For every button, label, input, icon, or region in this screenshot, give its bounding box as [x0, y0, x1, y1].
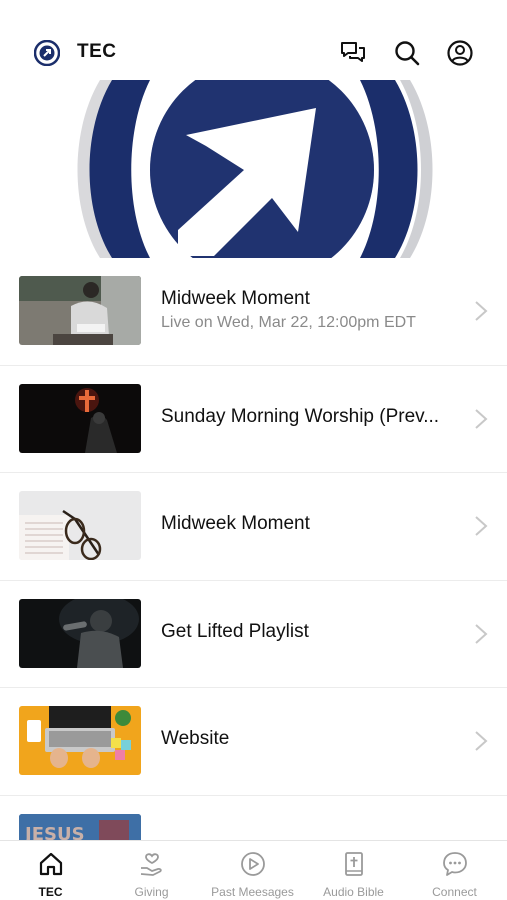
list-item[interactable]: JESUS [0, 795, 507, 841]
chevron-right-icon [475, 516, 488, 536]
list-item[interactable]: Midweek Moment Live on Wed, Mar 22, 12:0… [0, 258, 507, 366]
logo-icon[interactable] [33, 39, 61, 67]
list-item[interactable]: Sunday Morning Worship (Prev... [0, 365, 507, 473]
bottom-tab-bar: TEC Giving Past Meesages Audio Bible Con… [0, 840, 507, 900]
tab-past-messages[interactable]: Past Meesages [202, 841, 303, 900]
giving-hand-icon [140, 853, 162, 876]
search-icon[interactable] [393, 39, 421, 67]
jesus-banner-thumbnail: JESUS [19, 813, 141, 841]
item-title: Website [161, 728, 230, 749]
list-item[interactable]: Midweek Moment [0, 473, 507, 581]
tab-label: Audio Bible [323, 885, 384, 899]
chat-bubble-icon [443, 852, 467, 876]
man-writing-thumbnail [19, 276, 141, 345]
item-title: Sunday Morning Worship (Prev... [161, 405, 440, 427]
app-header: TEC [0, 0, 507, 80]
tab-connect[interactable]: Connect [404, 841, 505, 900]
tab-giving[interactable]: Giving [101, 841, 202, 900]
svg-text:JESUS: JESUS [23, 824, 85, 841]
tab-label: Giving [134, 885, 169, 899]
tab-audio-bible[interactable]: Audio Bible [303, 841, 404, 900]
item-title: Get Lifted Playlist [161, 620, 309, 642]
chevron-right-icon [475, 301, 488, 321]
tab-label: Past Meesages [211, 885, 294, 899]
chevron-right-icon [475, 408, 488, 429]
worship-cross-thumbnail [19, 383, 141, 453]
play-circle-icon [241, 852, 265, 876]
bible-icon [345, 852, 363, 876]
chevron-right-icon [475, 731, 488, 751]
hero-banner[interactable] [0, 80, 507, 258]
content-list: Midweek Moment Live on Wed, Mar 22, 12:0… [0, 258, 507, 840]
laptop-desk-thumbnail [19, 706, 141, 775]
item-subtitle: Live on Wed, Mar 22, 12:00pm EDT [161, 314, 416, 331]
item-title: Midweek Moment [161, 288, 310, 309]
tab-label: TEC [38, 885, 63, 899]
list-item[interactable]: Website [0, 688, 507, 796]
app-title: TEC [77, 41, 117, 62]
list-item[interactable]: Get Lifted Playlist [0, 580, 507, 688]
tab-tec[interactable]: TEC [0, 841, 101, 900]
tab-label: Connect [432, 885, 477, 899]
chat-icon[interactable] [339, 39, 367, 67]
singer-microphone-thumbnail [19, 598, 141, 668]
bible-glasses-thumbnail [19, 491, 141, 560]
home-icon [39, 852, 63, 876]
profile-icon[interactable] [446, 39, 474, 67]
chevron-right-icon [475, 623, 488, 644]
item-title: Midweek Moment [161, 513, 310, 534]
